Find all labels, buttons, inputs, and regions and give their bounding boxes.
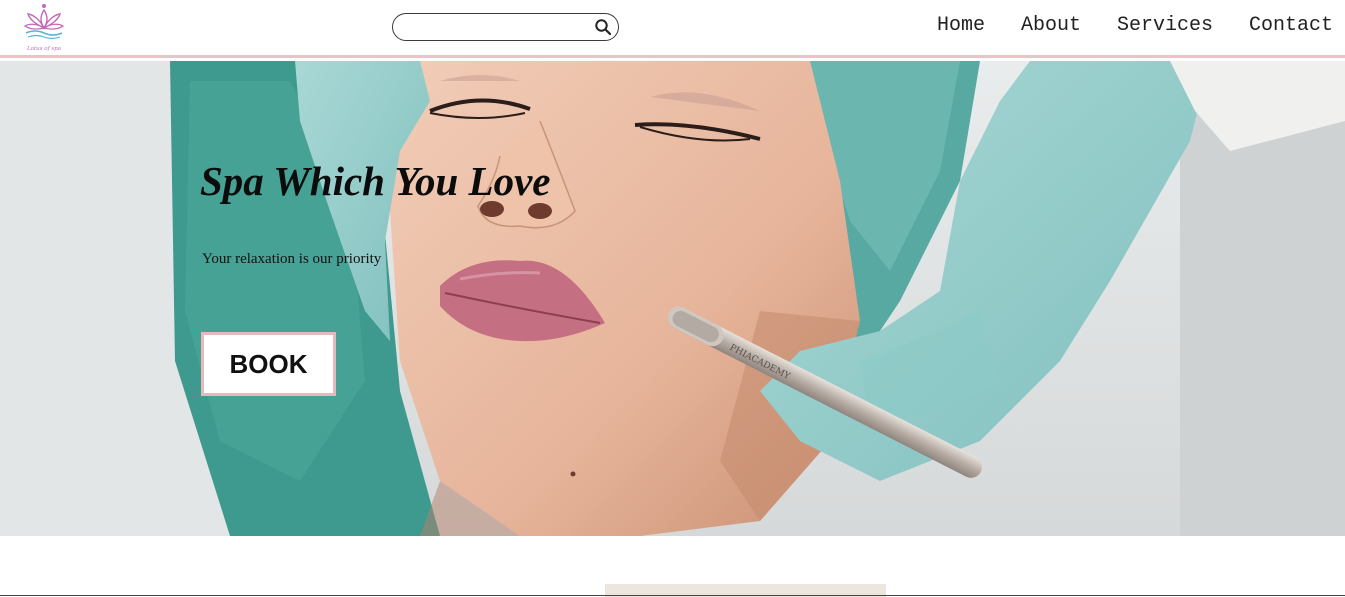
nav-home-link[interactable]: Home bbox=[937, 14, 985, 38]
nav-services-link[interactable]: Services bbox=[1117, 14, 1213, 38]
search-icon[interactable] bbox=[594, 18, 612, 36]
logo-tagline: Lotus of spa bbox=[26, 46, 61, 52]
search-input[interactable] bbox=[403, 17, 583, 37]
hero-section: PHIACADEMY Spa Which You Love Your relax… bbox=[0, 61, 1345, 536]
section-divider bbox=[0, 595, 1345, 596]
search-box bbox=[392, 13, 619, 41]
site-header: Lotus of spa Home About Services Contact bbox=[0, 0, 1345, 58]
hero-background-image: PHIACADEMY bbox=[0, 61, 1345, 536]
book-button[interactable]: BOOK bbox=[201, 332, 336, 396]
nav-about-link[interactable]: About bbox=[1021, 14, 1081, 38]
hero-title: Spa Which You Love bbox=[200, 158, 551, 204]
nav-contact-link[interactable]: Contact bbox=[1249, 14, 1333, 38]
main-nav: Home About Services Contact bbox=[901, 14, 1333, 38]
lotus-logo-icon[interactable]: Lotus of spa bbox=[18, 2, 70, 56]
hero-subtitle: Your relaxation is our priority bbox=[202, 251, 382, 267]
